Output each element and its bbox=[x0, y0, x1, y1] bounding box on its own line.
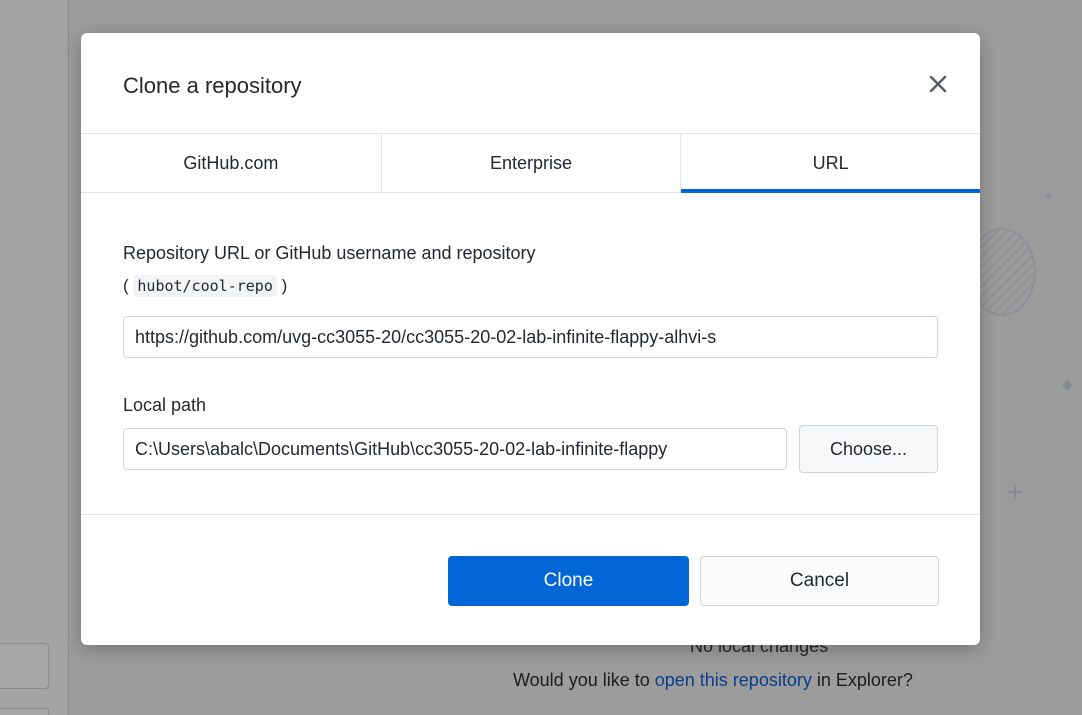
repository-url-input[interactable] bbox=[123, 316, 938, 358]
app-window: + ◆ No local changes Would you like to o… bbox=[0, 0, 1082, 715]
cancel-button[interactable]: Cancel bbox=[700, 556, 939, 606]
tab-enterprise[interactable]: Enterprise bbox=[380, 134, 681, 192]
prompt-suffix: in Explorer? bbox=[811, 670, 913, 690]
clone-repository-dialog: Clone a repository GitHub.com Enterprise… bbox=[81, 33, 980, 645]
choose-button[interactable]: Choose... bbox=[799, 425, 938, 473]
tab-url[interactable]: URL bbox=[680, 134, 980, 193]
dialog-footer: Clone Cancel bbox=[81, 514, 980, 645]
clone-button[interactable]: Clone bbox=[448, 556, 689, 606]
diamond-decoration-icon: ◆ bbox=[1062, 377, 1073, 393]
open-in-explorer-prompt: Would you like to open this repository i… bbox=[513, 670, 913, 691]
hint-example-code: hubot/cool-repo bbox=[133, 275, 277, 297]
dot-decoration-icon bbox=[1046, 193, 1052, 199]
close-button[interactable] bbox=[921, 67, 955, 101]
tab-github-com[interactable]: GitHub.com bbox=[81, 134, 381, 192]
background-sidebar-panel bbox=[0, 643, 49, 689]
tab-bar: GitHub.com Enterprise URL bbox=[81, 133, 980, 193]
repository-url-label: Repository URL or GitHub username and re… bbox=[123, 243, 536, 263]
repository-url-hint: ( hubot/cool-repo ) bbox=[123, 275, 288, 297]
hint-close-paren: ) bbox=[281, 276, 288, 295]
plus-decoration-icon: + bbox=[1006, 480, 1025, 505]
background-sidebar bbox=[0, 0, 69, 715]
dialog-title: Clone a repository bbox=[123, 73, 302, 98]
background-sidebar-panel-lower bbox=[0, 708, 49, 715]
local-path-label: Local path bbox=[123, 395, 207, 415]
prompt-prefix: Would you like to bbox=[513, 670, 655, 690]
dialog-header: Clone a repository bbox=[81, 33, 980, 133]
close-icon bbox=[929, 75, 947, 93]
hint-open-paren: ( bbox=[123, 276, 129, 295]
local-path-input[interactable] bbox=[123, 428, 787, 470]
open-repository-link[interactable]: open this repository bbox=[655, 670, 812, 690]
